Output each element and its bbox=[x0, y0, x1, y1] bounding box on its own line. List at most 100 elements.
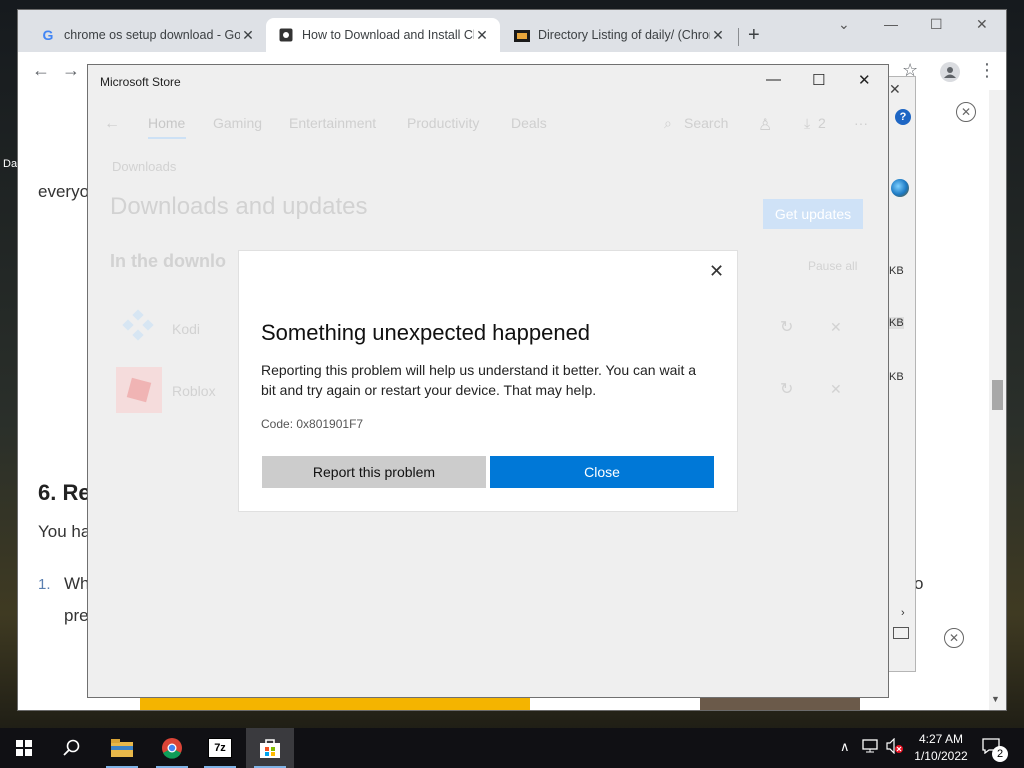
search-icon[interactable]: ⌕ bbox=[664, 115, 672, 132]
volume-muted-icon[interactable] bbox=[886, 737, 904, 757]
downloads-icon[interactable]: ⤓ bbox=[804, 115, 810, 132]
background-window: ✕ ? KB KB KB › bbox=[888, 76, 916, 672]
close-window-icon[interactable]: ✕ bbox=[858, 71, 871, 89]
tab-directory-listing[interactable]: Directory Listing of daily/ (Chron ✕ bbox=[502, 18, 736, 52]
windows-icon bbox=[16, 740, 32, 756]
tab-search-icon[interactable]: ⌄ bbox=[838, 16, 850, 33]
article-fragment: Wh bbox=[64, 574, 90, 593]
maximize-icon[interactable]: ☐ bbox=[930, 16, 943, 33]
pause-all-link[interactable]: Pause all bbox=[808, 259, 857, 273]
retry-icon[interactable]: ↻ bbox=[780, 379, 793, 399]
nav-active-indicator bbox=[148, 137, 186, 139]
article-fragment: You ha bbox=[38, 522, 91, 541]
tray-overflow-icon[interactable]: ∧ bbox=[840, 739, 850, 755]
yellow-banner bbox=[140, 696, 530, 710]
page-title: Downloads and updates bbox=[110, 193, 368, 220]
retry-icon[interactable]: ↻ bbox=[780, 317, 793, 337]
7zip-taskbar-button[interactable]: 7z bbox=[196, 728, 244, 768]
close-circle-icon[interactable]: ✕ bbox=[956, 102, 976, 122]
minimize-icon[interactable]: — bbox=[766, 71, 781, 88]
nav-productivity[interactable]: Productivity bbox=[407, 115, 479, 131]
store-bag-icon bbox=[260, 739, 280, 758]
size-label: KB bbox=[889, 265, 904, 277]
close-tab-icon[interactable]: ✕ bbox=[710, 27, 726, 44]
nav-home[interactable]: Home bbox=[148, 115, 185, 131]
tab-title: chrome os setup download - Go bbox=[64, 28, 240, 42]
article-heading: 6. Re bbox=[38, 480, 91, 505]
forward-icon[interactable]: → bbox=[62, 60, 80, 81]
folder-icon bbox=[514, 27, 530, 43]
section-title: In the downlo bbox=[110, 251, 226, 271]
app-name: Roblox bbox=[172, 383, 216, 399]
close-tab-icon[interactable]: ✕ bbox=[240, 27, 256, 44]
taskbar: 7z ∧ 4:27 AM 1/10/2022 2 bbox=[0, 728, 1024, 768]
globe-icon bbox=[891, 179, 909, 197]
close-icon[interactable]: ✕ bbox=[889, 81, 901, 98]
nav-gaming[interactable]: Gaming bbox=[213, 115, 262, 131]
nav-deals[interactable]: Deals bbox=[511, 115, 547, 131]
store-window-title: Microsoft Store bbox=[100, 75, 181, 89]
breadcrumb[interactable]: Downloads bbox=[112, 159, 176, 174]
close-window-icon[interactable]: ✕ bbox=[976, 16, 988, 33]
desktop-label: Da bbox=[3, 158, 18, 170]
scroll-down-icon[interactable]: ▼ bbox=[991, 694, 1000, 704]
clock-time[interactable]: 4:27 AM bbox=[916, 732, 966, 746]
size-label: KB bbox=[889, 317, 904, 329]
profile-icon[interactable] bbox=[940, 62, 960, 82]
taskbar-search-button[interactable] bbox=[48, 728, 96, 768]
size-label: KB bbox=[889, 371, 904, 383]
file-explorer-button[interactable] bbox=[98, 728, 146, 768]
image-icon bbox=[893, 627, 909, 639]
cancel-icon[interactable]: ✕ bbox=[830, 381, 842, 398]
back-icon[interactable]: ← bbox=[104, 115, 120, 133]
help-icon[interactable]: ? bbox=[895, 109, 911, 125]
chrome-taskbar-button[interactable] bbox=[148, 728, 196, 768]
tab-strip: G chrome os setup download - Go ✕ How to… bbox=[18, 10, 1006, 52]
close-tab-icon[interactable]: ✕ bbox=[474, 27, 490, 44]
tab-google-search[interactable]: G chrome os setup download - Go ✕ bbox=[28, 18, 266, 52]
chrome-icon bbox=[162, 738, 182, 759]
list-number: 1. bbox=[38, 576, 51, 593]
nav-entertainment[interactable]: Entertainment bbox=[289, 115, 376, 131]
scrollbar-thumb[interactable] bbox=[992, 380, 1003, 410]
back-icon[interactable]: ← bbox=[32, 60, 50, 81]
network-icon[interactable] bbox=[862, 738, 878, 757]
tab-title: How to Download and Install Ch bbox=[302, 28, 474, 42]
error-code: Code: 0x801901F7 bbox=[261, 417, 364, 431]
notification-badge: 2 bbox=[992, 746, 1008, 762]
downloads-count: 2 bbox=[818, 115, 826, 131]
user-icon[interactable]: ♙ bbox=[758, 115, 772, 135]
menu-kebab-icon[interactable]: ⋮ bbox=[978, 60, 996, 81]
article-image bbox=[700, 696, 860, 710]
close-circle-icon[interactable]: ✕ bbox=[944, 628, 964, 648]
folder-icon bbox=[111, 739, 133, 757]
minimize-icon[interactable]: — bbox=[884, 16, 898, 32]
search-icon bbox=[63, 739, 80, 756]
kodi-app-icon bbox=[120, 309, 156, 345]
app-name: Kodi bbox=[172, 321, 201, 337]
store-taskbar-button[interactable] bbox=[246, 728, 294, 768]
report-problem-button[interactable]: Report this problem bbox=[262, 456, 486, 488]
article-fragment: everyo bbox=[38, 182, 90, 201]
clock-date[interactable]: 1/10/2022 bbox=[912, 749, 970, 763]
article-fragment: pre bbox=[64, 606, 89, 625]
maximize-icon[interactable]: ☐ bbox=[812, 71, 825, 89]
new-tab-button[interactable]: + bbox=[748, 24, 760, 47]
get-updates-button[interactable]: Get updates bbox=[763, 199, 863, 229]
site-icon bbox=[278, 27, 294, 43]
search-label[interactable]: Search bbox=[684, 115, 728, 131]
roblox-app-icon bbox=[116, 367, 162, 413]
close-button[interactable]: Close bbox=[490, 456, 714, 488]
more-icon[interactable]: ··· bbox=[854, 115, 868, 131]
dialog-message: Reporting this problem will help us unde… bbox=[261, 362, 697, 398]
tab-separator bbox=[738, 28, 739, 46]
7zip-icon: 7z bbox=[208, 738, 232, 758]
cancel-icon[interactable]: ✕ bbox=[830, 319, 842, 336]
dialog-close-icon[interactable]: ✕ bbox=[709, 261, 724, 282]
tab-how-to-download[interactable]: How to Download and Install Ch ✕ bbox=[266, 18, 500, 52]
chevron-right-icon[interactable]: › bbox=[901, 607, 905, 619]
google-icon: G bbox=[42, 27, 54, 43]
tab-title: Directory Listing of daily/ (Chron bbox=[538, 28, 710, 42]
start-button[interactable] bbox=[0, 728, 48, 768]
dialog-title: Something unexpected happened bbox=[261, 320, 591, 345]
